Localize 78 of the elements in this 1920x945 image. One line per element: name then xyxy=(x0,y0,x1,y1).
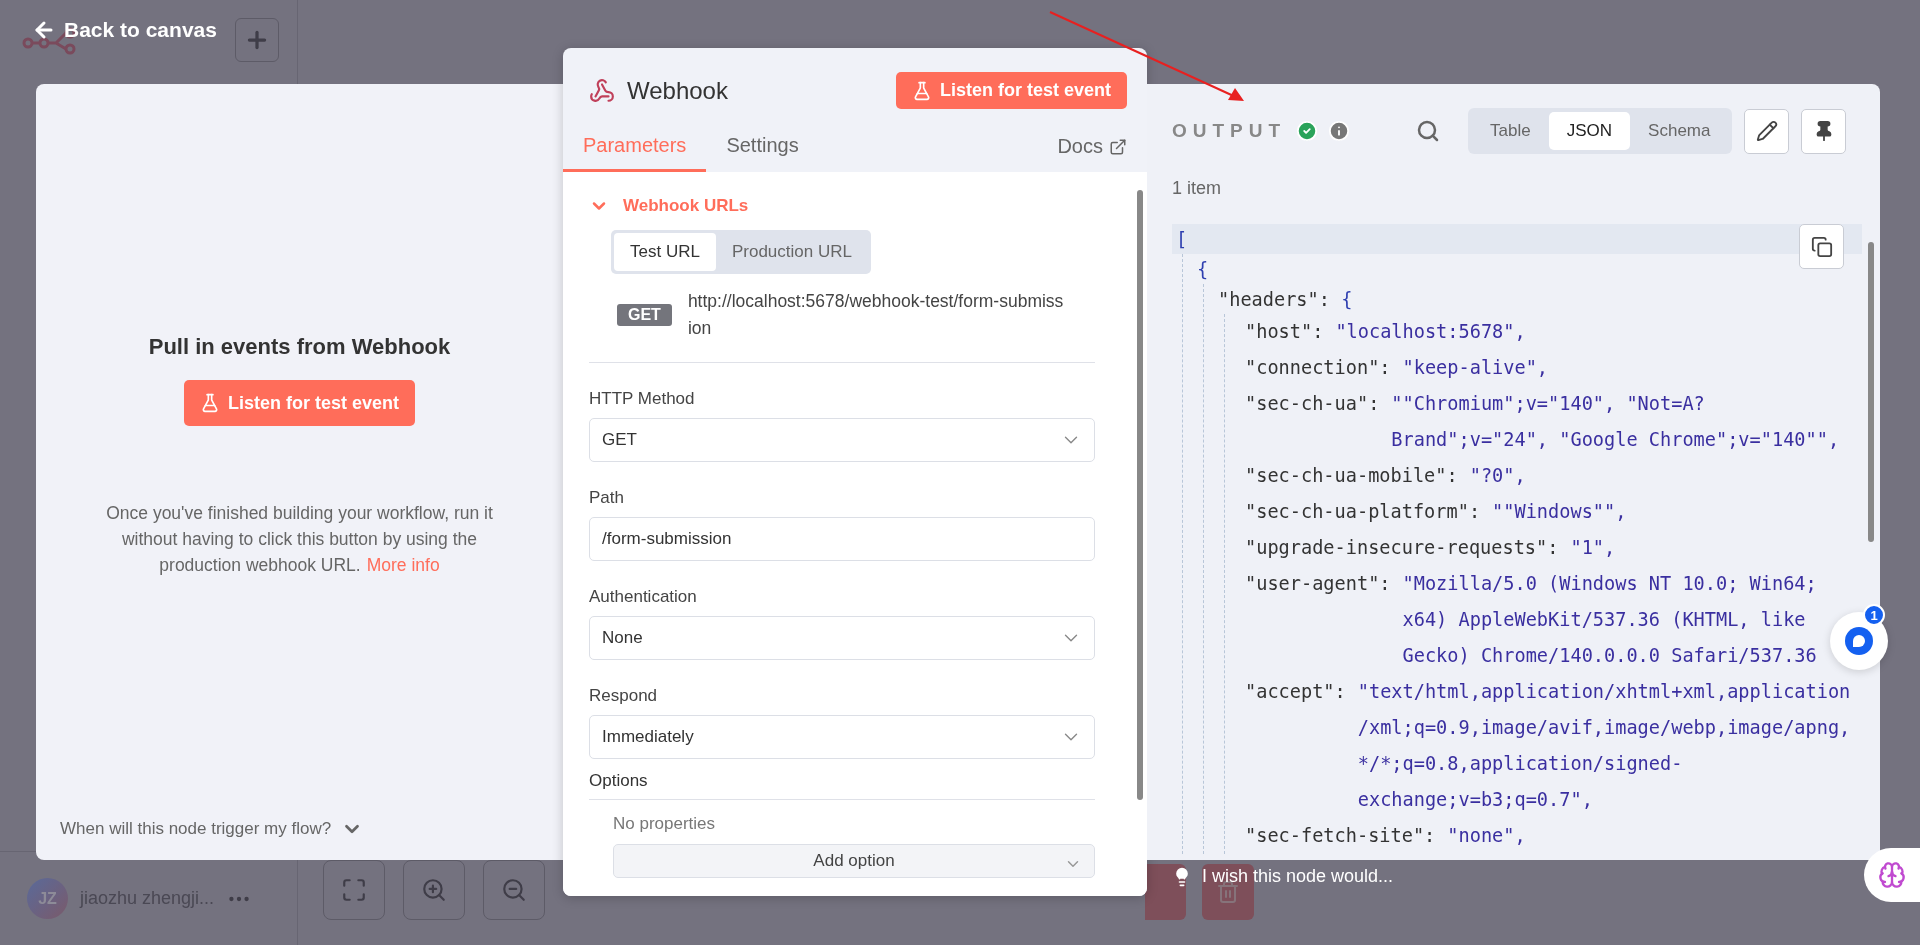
json-key: "connection": xyxy=(1245,350,1391,386)
copy-icon xyxy=(1810,235,1833,258)
empty-text: No properties xyxy=(613,814,717,834)
trigger-info-toggle[interactable]: When will this node trigger my flow? xyxy=(60,818,539,840)
field-label: Path xyxy=(589,488,625,508)
view-tab[interactable]: JSON xyxy=(1548,112,1631,150)
code-line: "headers": { xyxy=(1217,287,1354,312)
section-toggle[interactable]: Webhook URLs xyxy=(589,196,1123,216)
docs-link[interactable]: Docs xyxy=(1057,135,1127,172)
json-value: "text/html,application/xhtml+xml,application xyxy=(1357,680,1851,704)
json-key: "user-agent": xyxy=(1245,566,1391,674)
view-tab[interactable]: Table xyxy=(1472,112,1549,150)
json-value: Gecko) Chrome/140.0.0.0 Safari/537.36 xyxy=(1402,644,1817,668)
brain-icon xyxy=(1878,861,1906,889)
url-tab[interactable]: Production URL xyxy=(715,233,868,271)
chat-icon xyxy=(1844,626,1874,656)
back-button[interactable]: Back to canvas xyxy=(28,14,221,46)
json-value: ""Chromium";v="140", "Not=A? xyxy=(1391,392,1706,416)
help-text: Once you've finished building your workflow, run it without having to click this button by using the production webhook URL. More info xyxy=(105,502,494,577)
method-badge: GET xyxy=(617,304,672,326)
pin-button[interactable] xyxy=(1801,108,1847,154)
json-key: "accept": xyxy=(1245,674,1346,818)
copy-button[interactable] xyxy=(1799,224,1844,269)
options-title: Options xyxy=(589,771,649,791)
json-value: "Mozilla/5.0 (Windows NT 10.0; Win64; xyxy=(1402,572,1817,596)
panel-title: Pull in events from Webhook xyxy=(148,334,451,360)
feedback-toast[interactable]: I wish this node would... xyxy=(1172,866,1394,887)
select-field[interactable]: Immediately xyxy=(589,715,1095,759)
fit-view-icon xyxy=(341,877,367,903)
json-value: exchange;v=b3;q=0.7", xyxy=(1357,788,1594,812)
url-tab[interactable]: Test URL xyxy=(614,233,716,271)
code-line: { xyxy=(1196,257,1210,282)
json-value: "keep-alive", xyxy=(1402,356,1549,380)
json-value: */*;q=0.8,application/signed- xyxy=(1357,752,1684,776)
delete-button[interactable] xyxy=(1202,864,1254,920)
assistant-button[interactable] xyxy=(1864,848,1920,902)
field-label: Authentication xyxy=(589,587,698,607)
listen-button[interactable]: Listen for test event xyxy=(895,72,1127,109)
field-label: HTTP Method xyxy=(589,389,696,409)
info-icon[interactable] xyxy=(1328,120,1351,142)
select-field[interactable]: None xyxy=(589,616,1095,660)
webhook-icon xyxy=(589,77,615,104)
execute-button[interactable] xyxy=(1145,864,1186,920)
json-value: "1", xyxy=(1570,536,1616,560)
select-field[interactable]: GET xyxy=(589,418,1095,462)
output-title: OUTPUT xyxy=(1172,120,1287,142)
json-key: "sec-fetch-site": xyxy=(1245,818,1436,854)
json-value: "localhost:5678", xyxy=(1335,320,1526,344)
add-option-button[interactable]: Add option xyxy=(613,844,1095,878)
item-count: 1 item xyxy=(1172,178,1223,199)
external-link-icon xyxy=(1109,137,1127,156)
view-tab[interactable]: Schema xyxy=(1630,112,1729,150)
node-title: Webhook xyxy=(627,76,728,105)
webhook-url: http://localhost:5678/webhook-test/form-submission xyxy=(687,290,1065,340)
json-value: x64) AppleWebKit/537.36 (KHTML, like xyxy=(1402,608,1807,632)
edit-button[interactable] xyxy=(1744,108,1790,154)
add-button[interactable] xyxy=(235,18,279,62)
trash-icon xyxy=(1216,880,1240,904)
pencil-icon xyxy=(1755,120,1778,142)
success-icon xyxy=(1296,120,1319,142)
listen-button[interactable]: Listen for test event xyxy=(183,380,415,426)
search-icon[interactable] xyxy=(1416,119,1441,143)
notification-badge: 1 xyxy=(1863,604,1885,626)
input-field[interactable]: /form-submission xyxy=(589,517,1095,561)
json-key: "sec-ch-ua-mobile": xyxy=(1245,458,1458,494)
tab[interactable]: Settings xyxy=(706,126,819,172)
json-value: /xml;q=0.9,image/avif,image/webp,image/apng, xyxy=(1357,716,1851,740)
json-value: "?0", xyxy=(1469,464,1526,488)
field-label: Respond xyxy=(589,686,659,706)
json-value: Brand";v="24", "Google Chrome";v="140"", xyxy=(1391,428,1840,452)
zoom-in-icon xyxy=(421,877,447,903)
json-key: "sec-ch-ua": xyxy=(1245,386,1380,458)
json-key: "sec-ch-ua-platform": xyxy=(1245,494,1481,530)
json-value: ""Windows"", xyxy=(1492,500,1627,524)
json-value: "none", xyxy=(1447,824,1526,848)
json-key: "host": xyxy=(1245,314,1324,350)
zoom-out-icon xyxy=(501,877,527,903)
json-key: "upgrade-insecure-requests": xyxy=(1245,530,1559,566)
